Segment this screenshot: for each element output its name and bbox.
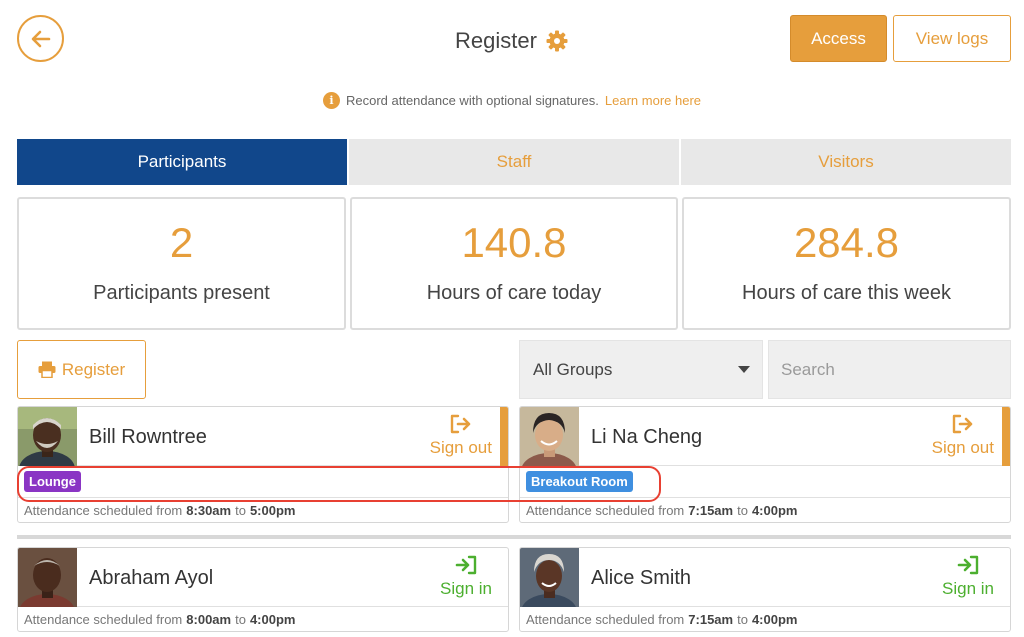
card-header[interactable]: Bill Rowntree Sign out [18,407,508,466]
avatar [18,407,77,466]
schedule-to: 4:00pm [751,611,798,627]
status-accent-bar [500,407,508,466]
section-divider [17,535,1011,539]
stat-label: Participants present [93,282,270,304]
tab-visitors[interactable]: Visitors [681,139,1011,185]
search-input[interactable] [768,340,1011,399]
schedule-to: 4:00pm [751,502,798,518]
schedule-prefix: Attendance scheduled from [24,611,183,627]
action-label: Sign in [942,579,994,598]
action-label: Sign out [429,438,492,457]
schedule-to-word: to [737,502,748,518]
schedule-prefix: Attendance scheduled from [526,502,685,518]
sign-in-icon [957,555,979,575]
stat-label: Hours of care this week [742,282,951,304]
info-icon: i [322,92,340,109]
avatar [18,548,77,607]
schedule-to: 5:00pm [249,502,296,518]
info-banner: i Record attendance with optional signat… [0,92,1024,109]
schedule-text: Attendance scheduled from 8:00am to 4:00… [18,607,508,631]
schedule-prefix: Attendance scheduled from [24,502,183,518]
sign-in-button[interactable]: Sign in [942,555,994,599]
page-title: Register [455,28,537,53]
sign-in-icon [455,555,477,575]
print-register-button[interactable]: Register [17,340,146,399]
action-label: Sign in [440,579,492,598]
card-header[interactable]: Abraham Ayol Sign in [18,548,508,607]
card-header[interactable]: Alice Smith Sign in [520,548,1010,607]
schedule-prefix: Attendance scheduled from [526,611,685,627]
sign-out-button[interactable]: Sign out [932,414,994,458]
stat-hours-today: 140.8 Hours of care today [350,197,678,330]
schedule-from: 7:15am [688,502,734,518]
sign-out-button[interactable]: Sign out [430,414,492,458]
stat-value: 140.8 [461,219,567,266]
schedule-from: 8:30am [186,502,232,518]
schedule-to-word: to [235,502,246,518]
schedule-to-word: to [737,611,748,627]
schedule-to: 4:00pm [249,611,296,627]
participant-card: Alice Smith Sign in Attendance scheduled… [519,547,1011,632]
tab-participants[interactable]: Participants [17,139,347,185]
tab-staff[interactable]: Staff [349,139,679,185]
access-button[interactable]: Access [790,15,887,62]
schedule-text: Attendance scheduled from 7:15am to 4:00… [520,607,1010,631]
view-logs-button[interactable]: View logs [893,15,1011,62]
group-select[interactable]: All Groups [519,340,763,399]
stat-participants-present: 2 Participants present [17,197,346,330]
person-name: Bill Rowntree [89,426,207,448]
back-button[interactable] [17,15,64,62]
person-name: Li Na Cheng [591,426,703,448]
schedule-from: 7:15am [688,611,734,627]
schedule-to-word: to [235,611,246,627]
schedule-from: 8:00am [186,611,232,627]
group-select-value: All Groups [533,359,613,379]
stat-label: Hours of care today [426,282,602,304]
tab-bar: Participants Staff Visitors [17,139,1011,185]
card-header[interactable]: Li Na Cheng Sign out [520,407,1010,466]
avatar [520,548,579,607]
sign-in-button[interactable]: Sign in [440,555,492,599]
stat-value: 2 [169,219,194,266]
highlight-annotation [17,466,661,502]
avatar [520,407,579,466]
caret-down-icon [738,366,750,373]
gear-icon[interactable] [545,29,569,53]
stat-hours-week: 284.8 Hours of care this week [682,197,1011,330]
register-label: Register [61,359,126,379]
stat-value: 284.8 [793,219,900,266]
printer-icon [38,361,56,378]
learn-more-link[interactable]: Learn more here [605,93,701,108]
sign-out-icon [952,414,973,434]
participant-card: Bill Rowntree Sign out Lounge Attendance… [17,406,509,523]
status-accent-bar [1002,407,1010,466]
info-text: Record attendance with optional signatur… [345,93,599,108]
sign-out-icon [450,414,471,434]
action-label: Sign out [931,438,994,457]
person-name: Alice Smith [591,567,692,589]
participant-card: Li Na Cheng Sign out Breakout Room Atten… [519,406,1011,523]
person-name: Abraham Ayol [89,567,214,589]
arrow-left-icon [31,30,50,47]
participant-card: Abraham Ayol Sign in Attendance schedule… [17,547,509,632]
